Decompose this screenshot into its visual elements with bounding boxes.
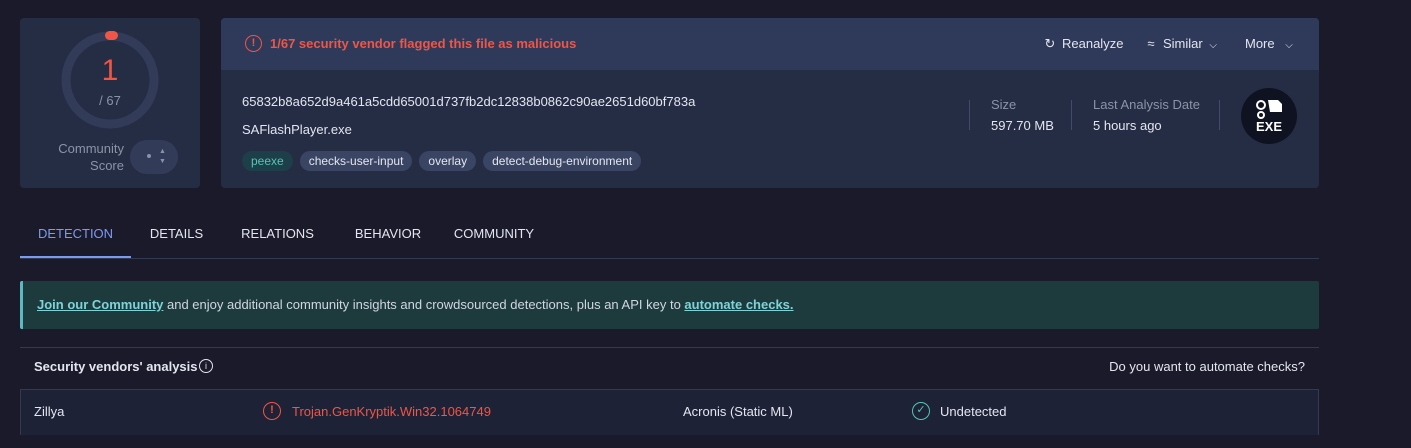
alert-icon: ! <box>263 402 281 420</box>
chevron-down-icon: ⌵ <box>1285 40 1293 51</box>
chevron-down-icon[interactable]: ▼ <box>159 158 169 166</box>
tag-peexe[interactable]: peexe <box>242 151 293 171</box>
community-score-label: Community Score <box>58 141 124 173</box>
vote-dot-icon <box>147 154 151 158</box>
reanalyze-button[interactable]: ↻ Reanalyze <box>1042 35 1124 53</box>
join-community-link[interactable]: Join our Community <box>37 297 163 312</box>
file-summary-card: ! 1/67 security vendor flagged this file… <box>221 18 1319 188</box>
file-type-badge: EXE <box>1241 88 1297 144</box>
divider <box>969 100 970 130</box>
report-tabs: DETECTION DETAILS RELATIONS BEHAVIOR COM… <box>20 212 1319 259</box>
more-button[interactable]: More ⌵ <box>1245 35 1293 53</box>
gear-icon <box>1256 100 1282 119</box>
vendor-result-malicious: Trojan.GenKryptik.Win32.1064749 <box>292 404 491 419</box>
chevron-down-icon: ⌵ <box>1209 40 1217 51</box>
check-icon: ✓ <box>912 402 930 420</box>
malicious-alert-text: 1/67 security vendor flagged this file a… <box>270 36 577 51</box>
divider <box>1071 100 1072 130</box>
tag-checks-user-input[interactable]: checks-user-input <box>299 151 413 171</box>
size-value: 597.70 MB <box>991 118 1054 133</box>
file-hash[interactable]: 65832b8a652d9a461a5cdd65001d737fb2dc1283… <box>242 94 695 109</box>
tab-relations[interactable]: RELATIONS <box>230 212 325 258</box>
community-vote-toggle[interactable]: ▲ ▼ <box>130 140 178 174</box>
file-name: SAFlashPlayer.exe <box>242 122 352 137</box>
automate-checks-link[interactable]: automate checks. <box>684 297 793 312</box>
more-label: More <box>1245 36 1275 51</box>
community-banner: Join our Community and enjoy additional … <box>20 281 1319 329</box>
vendor-result-undetected: Undetected <box>940 404 1007 419</box>
size-label: Size <box>991 97 1017 112</box>
tab-community[interactable]: COMMUNITY <box>445 212 543 258</box>
file-card-header: ! 1/67 security vendor flagged this file… <box>221 18 1319 70</box>
detection-count: 1 <box>101 54 119 87</box>
file-tags: peexe checks-user-input overlay detect-d… <box>242 151 642 171</box>
chevron-up-icon[interactable]: ▲ <box>159 148 169 156</box>
last-analysis-label: Last Analysis Date <box>1093 97 1200 112</box>
alert-icon: ! <box>245 35 262 52</box>
tag-detect-debug-environment[interactable]: detect-debug-environment <box>483 151 642 171</box>
vendor-name: Acronis (Static ML) <box>683 404 793 419</box>
tab-details[interactable]: DETAILS <box>138 212 215 258</box>
reanalyze-label: Reanalyze <box>1062 36 1124 51</box>
file-type-label: EXE <box>1255 119 1282 134</box>
banner-text: Join our Community and enjoy additional … <box>37 297 794 312</box>
info-icon[interactable]: i <box>199 359 213 373</box>
vendor-name: Zillya <box>34 404 65 419</box>
similar-button[interactable]: ≈ Similar ⌵ <box>1143 35 1217 53</box>
last-analysis-value: 5 hours ago <box>1093 118 1162 133</box>
banner-middle-text: and enjoy additional community insights … <box>163 297 685 312</box>
refresh-icon: ↻ <box>1044 36 1056 51</box>
similar-icon: ≈ <box>1147 36 1155 51</box>
tag-overlay[interactable]: overlay <box>419 151 477 171</box>
vendors-header: Security vendors' analysis i Do you want… <box>20 347 1319 389</box>
divider <box>1219 100 1220 130</box>
community-score-card: 1 / 67 Community Score ▲ ▼ <box>20 18 200 188</box>
tab-detection[interactable]: DETECTION <box>20 212 131 258</box>
automate-checks-prompt[interactable]: Do you want to automate checks? <box>1109 359 1305 374</box>
similar-label: Similar <box>1163 36 1203 51</box>
detection-total: / 67 <box>99 93 121 108</box>
table-row: Zillya ! Trojan.GenKryptik.Win32.1064749… <box>20 389 1319 435</box>
vendors-title: Security vendors' analysis <box>34 359 198 374</box>
tab-behavior[interactable]: BEHAVIOR <box>340 212 436 258</box>
gauge-malicious-marker <box>105 31 118 40</box>
